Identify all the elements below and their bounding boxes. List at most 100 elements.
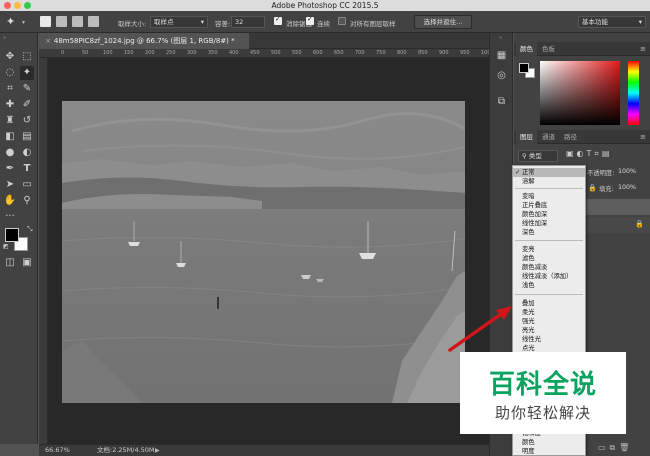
blend-mode-item[interactable]: 强光: [522, 317, 535, 326]
fill-value[interactable]: 100%: [618, 184, 636, 191]
blend-mode-item[interactable]: 正片叠底: [522, 201, 547, 210]
move-tool-icon[interactable]: ✥: [3, 50, 17, 64]
tab-channels[interactable]: 通道: [538, 130, 559, 144]
lock-icon[interactable]: 🔒: [588, 184, 597, 192]
status-menu-arrow-icon[interactable]: ▶: [155, 445, 160, 456]
type-tool-icon[interactable]: T: [20, 162, 34, 176]
blend-mode-item[interactable]: 变亮: [522, 245, 535, 254]
ruler-tick-label: 750: [376, 50, 386, 56]
ruler-tick-label: 700: [355, 50, 365, 56]
contiguous-checkbox[interactable]: ✓: [306, 15, 314, 25]
document-size[interactable]: 文档:2.25M/4.50M: [97, 445, 155, 456]
zoom-level[interactable]: 66.67%: [45, 445, 70, 456]
rectangle-tool-icon[interactable]: ▭: [20, 178, 34, 192]
blend-mode-item[interactable]: 浅色: [522, 281, 535, 290]
crop-tool-icon[interactable]: ⌗: [3, 82, 17, 96]
dock-collapse-icon[interactable]: «: [499, 35, 502, 41]
blend-mode-item[interactable]: 颜色: [522, 438, 535, 447]
hand-tool-icon[interactable]: ✋: [3, 194, 17, 208]
tolerance-label: 容差:: [215, 20, 231, 28]
close-tab-icon[interactable]: ×: [45, 37, 51, 45]
blur-tool-icon[interactable]: ●: [3, 146, 17, 160]
new-selection-button[interactable]: [40, 16, 51, 27]
screen-mode-icon[interactable]: ▣: [20, 256, 34, 270]
blend-mode-item[interactable]: 线性加深: [522, 219, 547, 228]
select-and-mask-button[interactable]: 选择并遮住...: [414, 15, 472, 29]
checkmark-icon: ✓: [515, 169, 521, 176]
tab-paths[interactable]: 路径: [560, 130, 581, 144]
clone-stamp-tool-icon[interactable]: ♜: [3, 114, 17, 128]
tolerance-input[interactable]: 32: [231, 16, 265, 28]
add-to-selection-button[interactable]: [56, 16, 67, 27]
tab-layers[interactable]: 图层: [516, 130, 537, 144]
contiguous-label: 连续: [317, 20, 330, 28]
ruler-tick-label: 650: [334, 50, 344, 56]
document-image[interactable]: [62, 101, 465, 403]
marquee-tool-icon[interactable]: ⬚: [20, 50, 34, 64]
close-window-button[interactable]: [4, 2, 11, 9]
more-tools-icon[interactable]: ···: [3, 210, 17, 224]
zoom-tool-icon[interactable]: ⚲: [20, 194, 34, 208]
document-tab[interactable]: × 48m58PIC8zf_1024.jpg @ 66.7% (图层 1, RGB…: [39, 33, 249, 49]
layer-filter-icons[interactable]: ▣◐T⌗▤: [566, 149, 613, 159]
tab-swatches[interactable]: 色板: [538, 42, 559, 56]
blend-mode-item[interactable]: 溶解: [522, 177, 535, 186]
path-selection-tool-icon[interactable]: ➤: [3, 178, 17, 192]
blend-mode-item[interactable]: 线性减淡（添加）: [522, 272, 572, 281]
layer-row-selected[interactable]: [586, 199, 650, 215]
history-brush-tool-icon[interactable]: ↺: [20, 114, 34, 128]
anti-alias-checkbox[interactable]: ✓: [274, 15, 282, 25]
adjustments-panel-icon[interactable]: ⧉: [495, 95, 508, 108]
blend-mode-item[interactable]: 变暗: [522, 192, 535, 201]
blend-mode-item[interactable]: 颜色加深: [522, 210, 547, 219]
opacity-value[interactable]: 100%: [618, 168, 636, 175]
history-panel-icon[interactable]: ▦: [495, 49, 508, 62]
blend-mode-item[interactable]: 正常: [522, 168, 535, 177]
blend-mode-item[interactable]: 滤色: [522, 254, 535, 263]
swap-colors-icon[interactable]: ⤡: [27, 225, 33, 234]
chevron-down-icon[interactable]: ▾: [22, 19, 25, 26]
layer-actions-icons[interactable]: ▭⧉🗑: [598, 443, 633, 453]
canvas-area[interactable]: [48, 58, 489, 444]
color-panel-tabs: 颜色 色板 ≡: [514, 42, 650, 56]
properties-panel-icon[interactable]: ◎: [495, 69, 508, 82]
magic-wand-tool-preset-icon[interactable]: ✦: [6, 15, 15, 28]
blend-mode-item[interactable]: 线性光: [522, 335, 541, 344]
layer-kind-filter[interactable]: ⚲ 类型: [518, 150, 558, 162]
workspace-select[interactable]: 基本功能 ▾: [578, 16, 646, 28]
pen-tool-icon[interactable]: ✒: [3, 162, 17, 176]
panel-collapse-icon[interactable]: »: [3, 35, 6, 41]
eraser-tool-icon[interactable]: ◧: [3, 130, 17, 144]
blend-mode-item[interactable]: 亮光: [522, 326, 535, 335]
sample-all-layers-checkbox[interactable]: [338, 17, 346, 25]
quick-mask-icon[interactable]: ◫: [3, 256, 17, 270]
minimize-window-button[interactable]: [14, 2, 21, 9]
magic-wand-tool-icon[interactable]: ✦: [20, 66, 34, 80]
healing-brush-tool-icon[interactable]: ✚: [3, 98, 17, 112]
blend-mode-item[interactable]: 柔光: [522, 308, 535, 317]
panel-menu-icon[interactable]: ≡: [640, 45, 646, 53]
subtract-from-selection-button[interactable]: [72, 16, 83, 27]
brush-tool-icon[interactable]: ✐: [20, 98, 34, 112]
eyedropper-tool-icon[interactable]: ✎: [20, 82, 34, 96]
zoom-window-button[interactable]: [24, 2, 31, 9]
color-foreground-swatch[interactable]: [519, 63, 529, 73]
color-picker-field[interactable]: [540, 61, 620, 125]
menu-divider: [515, 240, 583, 241]
sample-size-select[interactable]: 取样点 ▾: [150, 16, 208, 28]
tab-color[interactable]: 颜色: [516, 42, 537, 56]
blend-mode-item[interactable]: 颜色减淡: [522, 263, 547, 272]
hue-slider[interactable]: [628, 61, 639, 125]
blend-mode-item[interactable]: 明度: [522, 447, 535, 455]
ruler-tick-label: 550: [292, 50, 302, 56]
intersect-selection-button[interactable]: [88, 16, 99, 27]
lasso-tool-icon[interactable]: ◌: [3, 66, 17, 80]
blend-mode-item[interactable]: 叠加: [522, 299, 535, 308]
layer-row-background[interactable]: 🔒: [586, 217, 650, 233]
blend-mode-item[interactable]: 深色: [522, 228, 535, 237]
dodge-tool-icon[interactable]: ◐: [20, 146, 34, 160]
gradient-tool-icon[interactable]: ▤: [20, 130, 34, 144]
sample-size-label: 取样大小:: [118, 20, 147, 28]
panel-menu-icon[interactable]: ≡: [640, 133, 646, 141]
default-colors-icon[interactable]: ◩: [3, 243, 9, 250]
